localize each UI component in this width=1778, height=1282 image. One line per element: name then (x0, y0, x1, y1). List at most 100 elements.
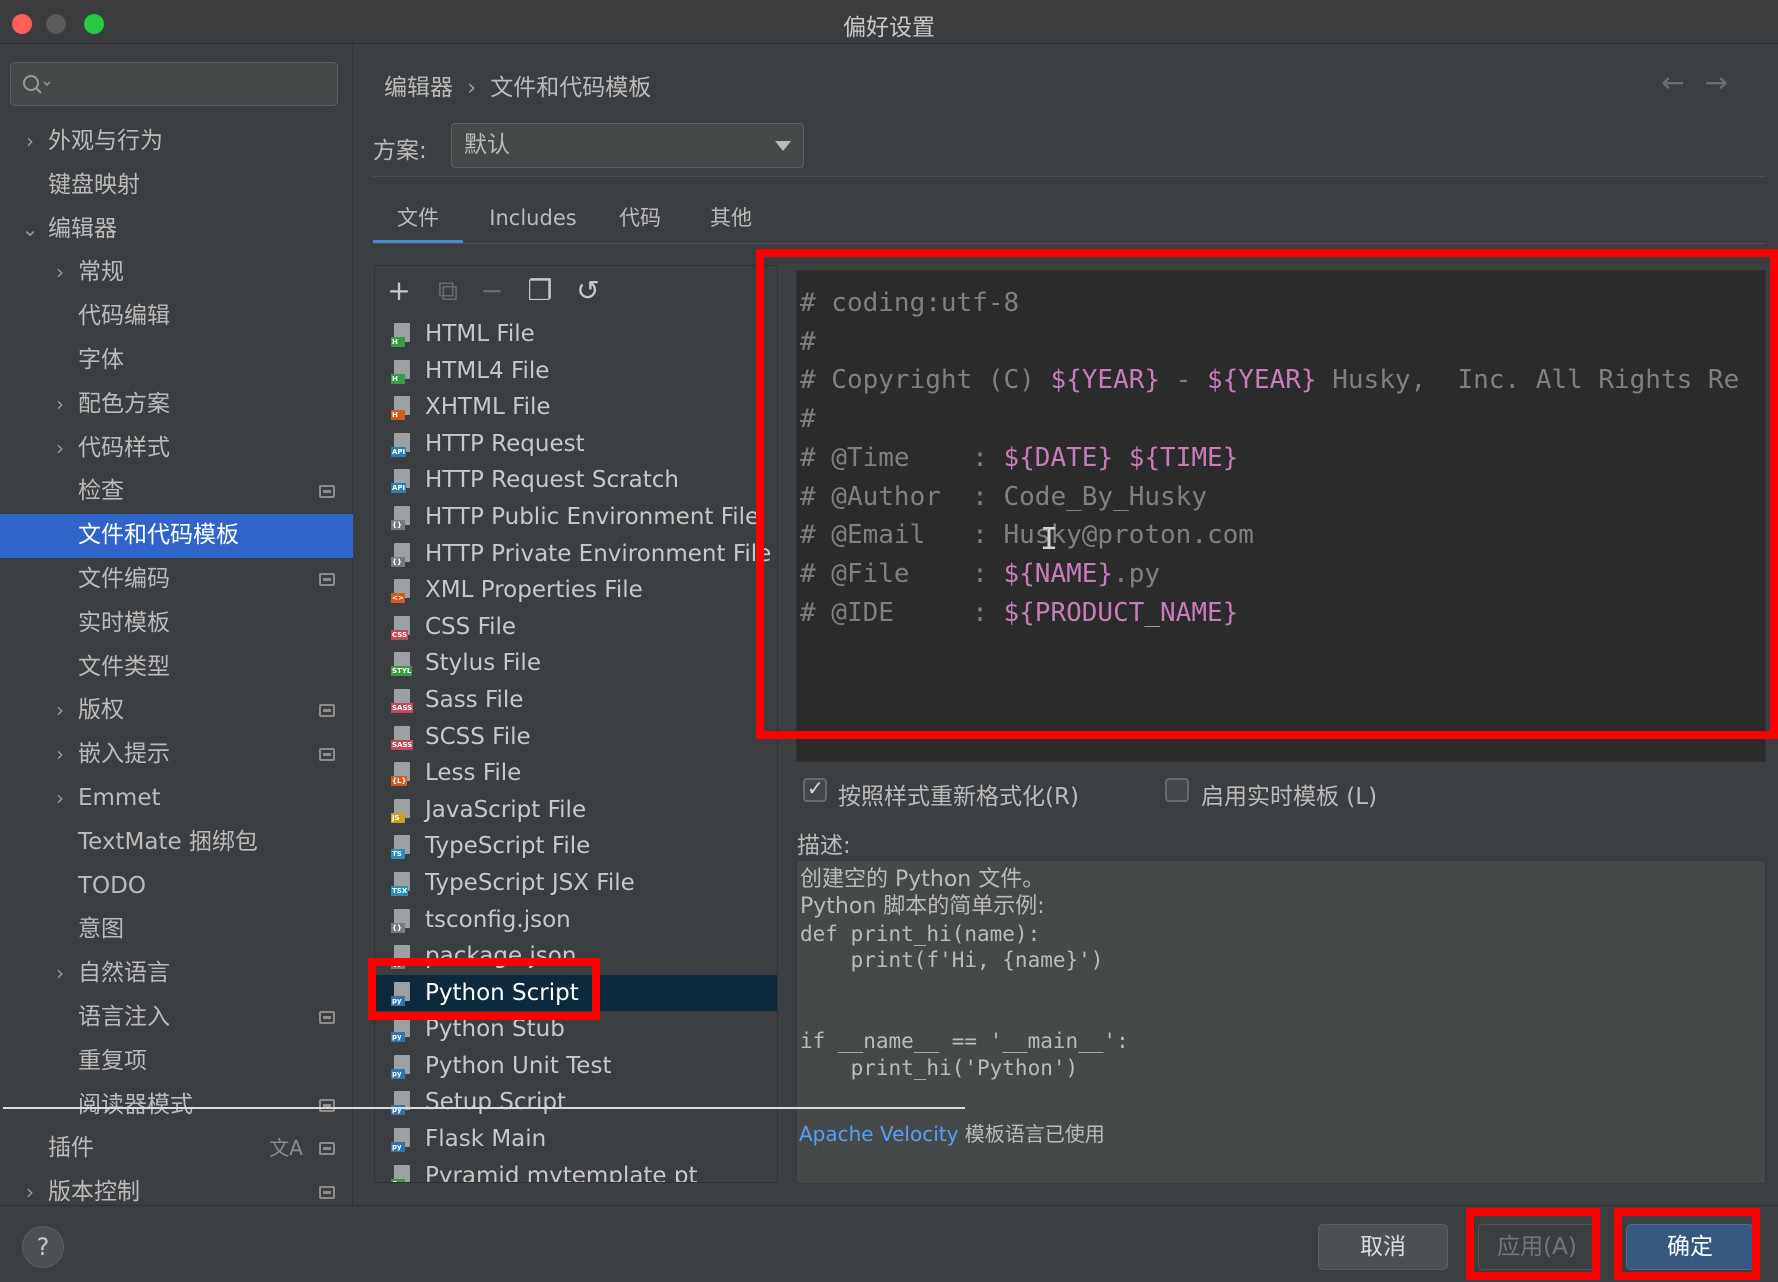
description-line: Python 脚本的简单示例: (800, 893, 1045, 919)
template-list-item[interactable]: py Setup Script (375, 1084, 777, 1121)
live-template-label[interactable]: 启用实时模板 (L) (1201, 777, 1377, 811)
sidebar-item[interactable]: 重复项 (0, 1040, 353, 1084)
sidebar-item[interactable]: TODO (0, 865, 353, 909)
tab-code[interactable]: 代码 (600, 200, 680, 244)
sidebar-item-label: 版权 (78, 697, 124, 724)
chevron-right-icon[interactable]: › (50, 733, 70, 777)
apache-velocity-link[interactable]: Apache Velocity (799, 1122, 958, 1146)
reformat-label[interactable]: 按照样式重新格式化(R) (838, 777, 1079, 811)
divider (373, 176, 1766, 177)
template-list-item[interactable]: API HTTP Request Scratch (375, 462, 777, 499)
chevron-right-icon[interactable]: › (50, 777, 70, 821)
add-icon[interactable]: + (384, 274, 414, 308)
reformat-checkbox[interactable] (803, 776, 827, 802)
template-code-editor[interactable]: # coding:utf-8 # # Copyright (C) ${YEAR} -… (796, 270, 1766, 762)
remove-icon[interactable]: − (477, 274, 507, 308)
breadcrumb-parent[interactable]: 编辑器 (384, 75, 453, 101)
description-line: def print_hi(name): (800, 921, 1041, 946)
chevron-down-icon[interactable]: ⌄ (20, 208, 40, 252)
sidebar-item[interactable]: › 代码样式 (0, 427, 353, 471)
template-list-item[interactable]: py Python Stub (375, 1011, 777, 1048)
template-list-item[interactable]: {} tsconfig.json (375, 902, 777, 939)
back-arrow-icon[interactable]: ← (1661, 66, 1704, 99)
sidebar-item[interactable]: › Emmet (0, 777, 353, 821)
sidebar-item[interactable]: › 嵌入提示 (0, 733, 353, 777)
sidebar-item[interactable]: 键盘映射 (0, 164, 353, 208)
template-list-item[interactable]: H HTML File (375, 316, 777, 353)
code-line: # coding:utf-8 (800, 281, 1019, 325)
template-list-item[interactable]: SASS Sass File (375, 682, 777, 719)
file-type-icon: TS (391, 835, 413, 860)
description-separator (3, 1107, 965, 1109)
sidebar-item[interactable]: 语言注入 (0, 996, 353, 1040)
file-type-icon: {} (391, 542, 413, 567)
sidebar-item[interactable]: 实时模板 (0, 602, 353, 646)
sidebar-item[interactable]: 字体 (0, 339, 353, 383)
apply-button[interactable]: 应用(A) (1478, 1224, 1596, 1270)
file-type-icon: {} (391, 908, 413, 933)
sidebar-item[interactable]: 插件 文A (0, 1127, 353, 1171)
sidebar-item[interactable]: › 外观与行为 (0, 120, 353, 164)
copy-icon[interactable]: ❐ (525, 274, 555, 308)
sidebar-item-label: 嵌入提示 (78, 741, 170, 768)
sidebar-item-label: 阅读器模式 (78, 1091, 193, 1118)
template-list-item[interactable]: {} package.json (375, 938, 777, 975)
sidebar-item[interactable]: › 自然语言 (0, 952, 353, 996)
template-list-item[interactable]: py Flask Main (375, 1121, 777, 1158)
sidebar-item[interactable]: ⌄ 编辑器 (0, 208, 353, 252)
template-list-item[interactable]: C Pyramid mytemplate pt (375, 1158, 777, 1182)
ok-button[interactable]: 确定 (1626, 1224, 1754, 1270)
code-line: # (800, 397, 816, 441)
sidebar-item[interactable]: › 配色方案 (0, 383, 353, 427)
template-list-item[interactable]: {L} Less File (375, 755, 777, 792)
template-list-item[interactable]: py Python Script (375, 974, 777, 1012)
template-name: HTTP Public Environment File (425, 503, 760, 530)
translate-icon: 文A (269, 1136, 303, 1161)
cancel-button[interactable]: 取消 (1318, 1224, 1448, 1270)
template-list-item[interactable]: TS TypeScript File (375, 828, 777, 865)
template-list-item[interactable]: {} HTTP Public Environment File (375, 499, 777, 536)
sidebar-item[interactable]: 阅读器模式 (0, 1084, 353, 1128)
live-template-checkbox[interactable] (1165, 778, 1189, 802)
sidebar-item-label: 自然语言 (78, 960, 170, 987)
search-input[interactable] (10, 62, 338, 106)
sidebar-item[interactable]: 检查 (0, 470, 353, 514)
sidebar-item-label: 插件 (48, 1135, 94, 1162)
sidebar-item[interactable]: TextMate 捆绑包 (0, 821, 353, 865)
template-list-item[interactable]: <> XML Properties File (375, 572, 777, 609)
template-list-item[interactable]: STYL Stylus File (375, 645, 777, 682)
chevron-right-icon[interactable]: › (50, 689, 70, 733)
sidebar-item[interactable]: 文件类型 (0, 646, 353, 690)
sidebar-item-label: 常规 (78, 259, 124, 286)
template-list-item[interactable]: H XHTML File (375, 389, 777, 426)
tab-includes[interactable]: Includes (473, 200, 593, 244)
template-list-item[interactable]: py Python Unit Test (375, 1048, 777, 1085)
template-list-item[interactable]: H HTML4 File (375, 353, 777, 390)
sidebar-item[interactable]: › 版权 (0, 689, 353, 733)
chevron-right-icon[interactable]: › (50, 952, 70, 996)
chevron-right-icon[interactable]: › (50, 251, 70, 295)
code-text: # coding:utf-8 (800, 288, 1020, 318)
template-list-item[interactable]: API HTTP Request (375, 426, 777, 463)
tab-files[interactable]: 文件 (373, 200, 463, 244)
template-list-item[interactable]: {} HTTP Private Environment File (375, 536, 777, 573)
chevron-right-icon[interactable]: › (50, 427, 70, 471)
sidebar-item[interactable]: 文件编码 (0, 558, 353, 602)
tab-other[interactable]: 其他 (686, 200, 776, 244)
scheme-label: 方案: (373, 138, 427, 164)
reset-icon[interactable]: ↺ (573, 274, 603, 308)
sidebar-item[interactable]: 文件和代码模板 (0, 514, 353, 558)
sidebar-item[interactable]: › 常规 (0, 251, 353, 295)
forward-arrow-icon[interactable]: → (1705, 66, 1748, 99)
chevron-right-icon[interactable]: › (50, 383, 70, 427)
sidebar-item[interactable]: 代码编辑 (0, 295, 353, 339)
template-list-item[interactable]: JS JavaScript File (375, 792, 777, 829)
add-child-icon[interactable]: ⧉ (433, 274, 463, 308)
template-list-item[interactable]: CSS CSS File (375, 609, 777, 646)
scheme-dropdown[interactable]: 默认 (451, 123, 804, 168)
sidebar-item[interactable]: 意图 (0, 908, 353, 952)
help-button[interactable]: ? (22, 1226, 64, 1268)
template-list-item[interactable]: SASS SCSS File (375, 719, 777, 756)
template-list-item[interactable]: TSX TypeScript JSX File (375, 865, 777, 902)
chevron-right-icon[interactable]: › (20, 120, 40, 164)
